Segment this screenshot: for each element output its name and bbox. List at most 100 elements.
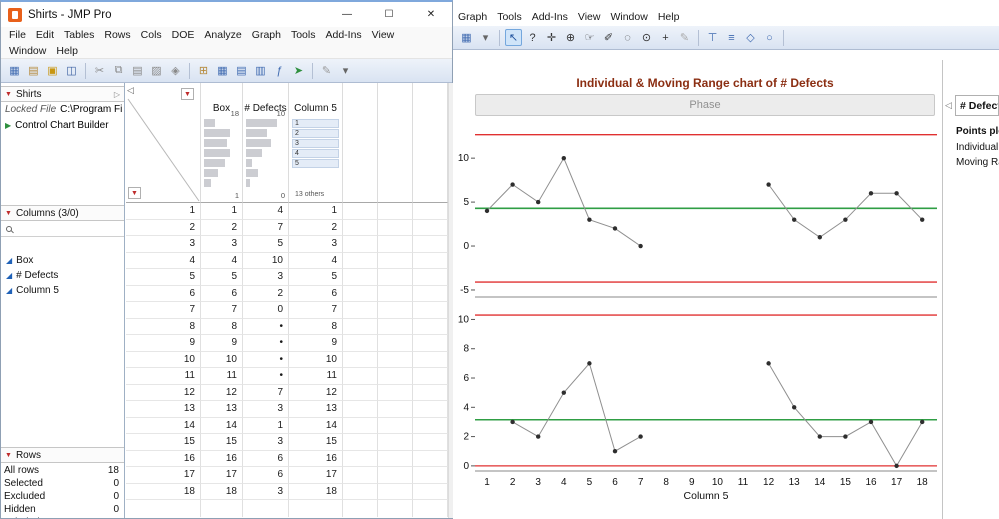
cell-empty[interactable] — [378, 450, 413, 467]
column-header-empty[interactable] — [378, 83, 413, 203]
cell-defects[interactable]: 4 — [243, 203, 289, 220]
cell-empty[interactable] — [413, 417, 448, 434]
menu-doe[interactable]: DOE — [167, 29, 200, 41]
cell-empty[interactable] — [343, 252, 378, 269]
cell-empty[interactable] — [378, 236, 413, 253]
cell-empty[interactable] — [413, 434, 448, 451]
cell-empty[interactable] — [378, 302, 413, 319]
data-point[interactable] — [817, 235, 822, 240]
cell-empty[interactable] — [378, 384, 413, 401]
row-number[interactable]: 1 — [126, 203, 201, 220]
cell-empty[interactable] — [343, 384, 378, 401]
menu-view[interactable]: View — [573, 11, 606, 23]
columns-search-row[interactable] — [1, 222, 124, 237]
cell-empty[interactable] — [413, 351, 448, 368]
cell-box[interactable]: 16 — [201, 450, 243, 467]
cell-col5[interactable]: 4 — [289, 252, 343, 269]
table-panel-header[interactable]: ▼ Shirts ▷ — [1, 86, 124, 102]
row-number[interactable]: 2 — [126, 219, 201, 236]
format-painter-icon[interactable]: ▨ — [148, 62, 165, 79]
menu-help[interactable]: Help — [653, 11, 685, 23]
copy-icon[interactable]: ⧉ — [110, 62, 127, 79]
column-item-column-5[interactable]: ◢ Column 5 — [1, 283, 124, 298]
cell-box[interactable]: 2 — [201, 219, 243, 236]
cell-defects[interactable]: 6 — [243, 467, 289, 484]
cell-defects[interactable]: 6 — [243, 450, 289, 467]
column-info-icon[interactable]: ▥ — [252, 62, 269, 79]
cell-empty[interactable] — [413, 483, 448, 500]
menu-add-ins[interactable]: Add-Ins — [320, 29, 366, 41]
cell-empty[interactable] — [413, 203, 448, 220]
cell-box[interactable]: 14 — [201, 417, 243, 434]
cell-box[interactable]: 9 — [201, 335, 243, 352]
panel-collapse-icon[interactable]: ◁ — [127, 85, 134, 96]
cell-box[interactable]: 3 — [201, 236, 243, 253]
cut-icon[interactable]: ✂ — [91, 62, 108, 79]
add-rows-icon[interactable]: ⊞ — [195, 62, 212, 79]
cell-empty[interactable] — [413, 302, 448, 319]
individuals-chart[interactable]: -5 0 5 10 — [455, 121, 943, 301]
cell-defects[interactable]: 7 — [243, 219, 289, 236]
data-point[interactable] — [766, 182, 771, 187]
menu-cols[interactable]: Cols — [136, 29, 167, 41]
cell-box[interactable]: 8 — [201, 318, 243, 335]
crosshair-tool-icon[interactable]: ✛ — [543, 29, 560, 46]
cell-empty[interactable] — [343, 203, 378, 220]
data-point[interactable] — [843, 434, 848, 439]
data-point[interactable] — [561, 155, 566, 161]
data-point[interactable] — [868, 419, 874, 425]
cell-empty[interactable] — [378, 285, 413, 302]
cell-defects[interactable]: 3 — [243, 434, 289, 451]
oval-annotation-icon[interactable]: ○ — [761, 29, 778, 46]
zoom-in-tool-icon[interactable]: + — [657, 29, 674, 46]
panel-collapse-icon[interactable]: ◁ — [945, 100, 952, 111]
data-point[interactable] — [792, 405, 797, 410]
cell-empty[interactable] — [343, 401, 378, 418]
row-number[interactable]: 3 — [126, 236, 201, 253]
columns-panel-header[interactable]: ▼ Columns (3/0) — [1, 205, 124, 221]
cell-empty[interactable] — [343, 236, 378, 253]
row-number[interactable]: 15 — [126, 434, 201, 451]
cell-empty[interactable] — [343, 368, 378, 385]
cell-col5[interactable]: 6 — [289, 285, 343, 302]
cell-empty[interactable] — [343, 467, 378, 484]
menu-tables[interactable]: Tables — [59, 29, 99, 41]
table-script-item[interactable]: ▶ Control Chart Builder — [5, 118, 122, 132]
data-point[interactable] — [638, 243, 643, 249]
cell-col5[interactable]: 15 — [289, 434, 343, 451]
close-button[interactable]: ✕ — [410, 2, 452, 27]
arrow-tool-icon[interactable]: ↖ — [505, 29, 522, 46]
column-item-defects[interactable]: ◢ # Defects — [1, 268, 124, 283]
menu-rows[interactable]: Rows — [99, 29, 135, 41]
cell-box[interactable]: 6 — [201, 285, 243, 302]
cell-col5[interactable]: 3 — [289, 236, 343, 253]
data-table-icon[interactable]: ▦ — [458, 29, 475, 46]
cell-empty[interactable] — [378, 467, 413, 484]
cell-box[interactable]: 5 — [201, 269, 243, 286]
cell-empty[interactable] — [378, 434, 413, 451]
cell-box[interactable]: 1 — [201, 203, 243, 220]
annotate-icon[interactable]: ✎ — [318, 62, 335, 79]
rows-menu-icon[interactable]: ▼ — [128, 187, 141, 199]
panel-divider[interactable] — [942, 60, 943, 519]
new-journal-icon[interactable]: ▤ — [25, 62, 42, 79]
data-point[interactable] — [561, 390, 566, 395]
open-icon[interactable]: ▣ — [44, 62, 61, 79]
cell-box[interactable]: 7 — [201, 302, 243, 319]
menu-view[interactable]: View — [367, 29, 400, 41]
cell-empty[interactable] — [378, 269, 413, 286]
cell-empty[interactable] — [413, 252, 448, 269]
grabber-tool-icon[interactable]: ☞ — [581, 29, 598, 46]
vertical-scrollbar[interactable] — [448, 83, 453, 518]
cell-empty[interactable] — [378, 368, 413, 385]
menu-analyze[interactable]: Analyze — [199, 29, 246, 41]
row-number[interactable]: 11 — [126, 368, 201, 385]
row-number[interactable]: 6 — [126, 285, 201, 302]
cell-empty[interactable] — [413, 219, 448, 236]
cell-box[interactable]: 13 — [201, 401, 243, 418]
data-point[interactable] — [817, 434, 822, 439]
cell-empty[interactable] — [413, 467, 448, 484]
cell-box[interactable]: 10 — [201, 351, 243, 368]
menu-graph[interactable]: Graph — [453, 11, 492, 23]
cell-empty[interactable] — [343, 450, 378, 467]
